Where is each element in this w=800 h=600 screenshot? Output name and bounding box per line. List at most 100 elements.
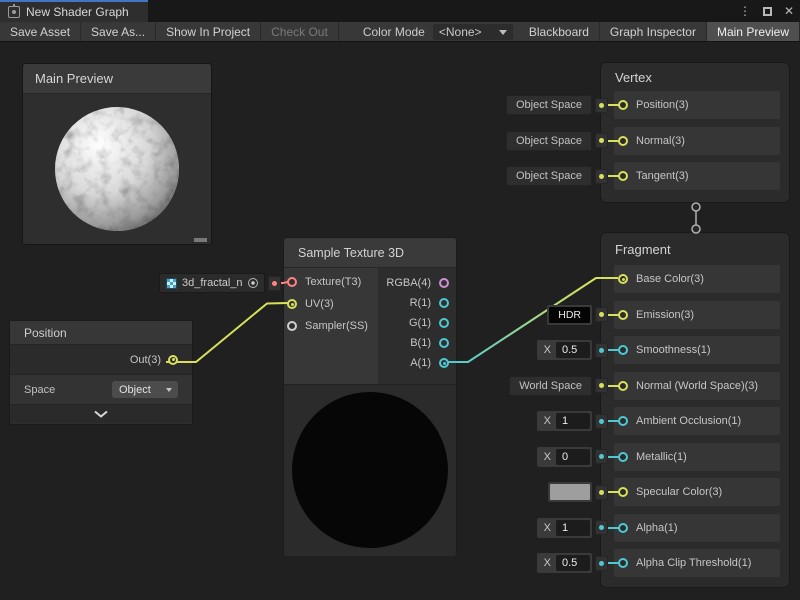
close-icon[interactable]: ✕ [784,0,794,22]
shader-graph-window: New Shader Graph ⋮ ✕ Save AssetSave As..… [0,0,800,600]
port-normal-3[interactable] [618,136,628,146]
main-preview-body [23,94,211,244]
port-texture-t3[interactable] [287,277,297,287]
node-position[interactable]: Position Out(3) Space Object [9,320,193,425]
block-row-alpha-1[interactable]: X1Alpha(1) [614,514,780,542]
output-row-rgba-4[interactable]: RGBA(4) [378,273,456,293]
output-row-g-1[interactable]: G(1) [378,313,456,333]
block-row-specular-color-3[interactable]: Specular Color(3) [614,478,780,506]
port-metallic-1[interactable] [618,452,628,462]
block-row-alpha-clip-threshold-1[interactable]: X0.5Alpha Clip Threshold(1) [614,549,780,577]
color-mode-dropdown[interactable]: <None> [433,24,513,40]
toolbar-button-save-asset[interactable]: Save Asset [0,22,81,41]
maximize-icon[interactable] [763,7,772,16]
input-row-uv-3[interactable]: UV(3) [284,293,378,315]
port-uv-3[interactable] [287,299,297,309]
node-title: Sample Texture 3D [284,238,456,268]
toolbar-button-show-in-project[interactable]: Show In Project [156,22,261,41]
connector-dot [599,312,604,317]
space-pill[interactable]: Object Space [506,131,592,151]
output-row-r-1[interactable]: R(1) [378,293,456,313]
port-specular-color-3[interactable] [618,487,628,497]
block-row-base-color-3[interactable]: Base Color(3) [614,265,780,293]
hdr-field[interactable]: HDR [549,307,590,323]
block-row-ambient-occlusion-1[interactable]: X1Ambient Occlusion(1) [614,407,780,435]
port-r-1[interactable] [439,298,449,308]
float-widget: X 0.5 [537,553,592,573]
float-field[interactable]: 0.5 [556,342,590,358]
node-vertex[interactable]: Vertex Object SpacePosition(3)Object Spa… [600,62,790,203]
resize-handle[interactable] [194,238,207,242]
output-row-a-1[interactable]: A(1) [378,353,456,373]
out-port[interactable] [168,355,178,365]
connector-dot [599,103,604,108]
collapse-chevron-icon[interactable] [93,410,109,418]
main-preview-title: Main Preview [23,64,211,94]
port-alpha-1[interactable] [618,523,628,533]
port-smoothness-1[interactable] [618,345,628,355]
default-input-widget: X 0.5 [537,553,608,573]
port-sampler-ss[interactable] [287,321,297,331]
node-sample-texture-3d[interactable]: Sample Texture 3D Texture(T3)UV(3)Sample… [283,237,457,555]
block-row-tangent-3[interactable]: Object SpaceTangent(3) [614,162,780,190]
port-g-1[interactable] [439,318,449,328]
main-preview-panel[interactable]: Main Preview [22,63,212,245]
default-input-widget [548,482,608,502]
space-dropdown[interactable]: Object [112,381,178,398]
port-b-1[interactable] [439,338,449,348]
toolbar-button-save-as[interactable]: Save As... [81,22,156,41]
space-pill[interactable]: World Space [509,376,592,396]
port-tangent-3[interactable] [618,171,628,181]
block-row-metallic-1[interactable]: X0Metallic(1) [614,443,780,471]
sample-ports: Texture(T3)UV(3)Sampler(SS) RGBA(4)R(1) G… [284,268,456,384]
default-input-widget: HDR [547,305,608,325]
default-input-widget: X0 [537,447,608,467]
port-a-1[interactable] [439,358,449,368]
connector-dot-box [595,449,608,464]
input-row-texture-t3[interactable]: Texture(T3) [284,271,378,293]
x-label: X [544,557,551,569]
port-label: Tangent(3) [636,170,689,182]
space-pill[interactable]: Object Space [506,166,592,186]
object-picker-icon[interactable] [248,278,258,288]
tab-new-shader-graph[interactable]: New Shader Graph [0,0,148,22]
port-label: G(1) [409,317,431,329]
port-emission-3[interactable] [618,310,628,320]
toolbar-button-blackboard[interactable]: Blackboard [519,22,600,41]
toolbar-button-main-preview[interactable]: Main Preview [707,22,800,41]
output-row-b-1[interactable]: B(1) [378,333,456,353]
port-label: Smoothness(1) [636,344,711,356]
toolbar-button-graph-inspector[interactable]: Graph Inspector [600,22,707,41]
x-label: X [544,415,551,427]
connector-dot [599,419,604,424]
float-field[interactable]: 0 [556,449,590,465]
port-position-3[interactable] [618,100,628,110]
port-dot [172,358,175,361]
float-field[interactable]: 0.5 [556,555,590,571]
graph-canvas[interactable]: Vertex Object SpacePosition(3)Object Spa… [0,42,800,600]
more-menu-icon[interactable]: ⋮ [739,0,751,22]
node-fragment[interactable]: Fragment Base Color(3)HDREmission(3)X0.5… [600,232,790,588]
block-row-normal-world-space-3[interactable]: World SpaceNormal (World Space)(3) [614,372,780,400]
space-pill[interactable]: Object Space [506,95,592,115]
port-normal-world-space-3[interactable] [618,381,628,391]
port-alpha-clip-threshold-1[interactable] [618,558,628,568]
block-row-emission-3[interactable]: HDREmission(3) [614,301,780,329]
chevron-down-icon [166,388,172,392]
x-label: X [544,522,551,534]
texture-object-field[interactable]: 3d_fractal_n [159,273,265,293]
input-row-sampler-ss[interactable]: Sampler(SS) [284,315,378,337]
port-base-color-3[interactable] [618,274,628,284]
float-field[interactable]: 1 [556,413,590,429]
port-rgba-4[interactable] [439,278,449,288]
color-swatch[interactable] [550,484,590,500]
vertex-fragment-link[interactable] [692,203,700,233]
node-title: Position [10,321,192,345]
block-row-position-3[interactable]: Object SpacePosition(3) [614,91,780,119]
port-ambient-occlusion-1[interactable] [618,416,628,426]
port-label: Metallic(1) [636,451,687,463]
block-row-normal-3[interactable]: Object SpaceNormal(3) [614,127,780,155]
block-row-smoothness-1[interactable]: X0.5Smoothness(1) [614,336,780,364]
port-label: Base Color(3) [636,273,704,285]
float-field[interactable]: 1 [556,520,590,536]
